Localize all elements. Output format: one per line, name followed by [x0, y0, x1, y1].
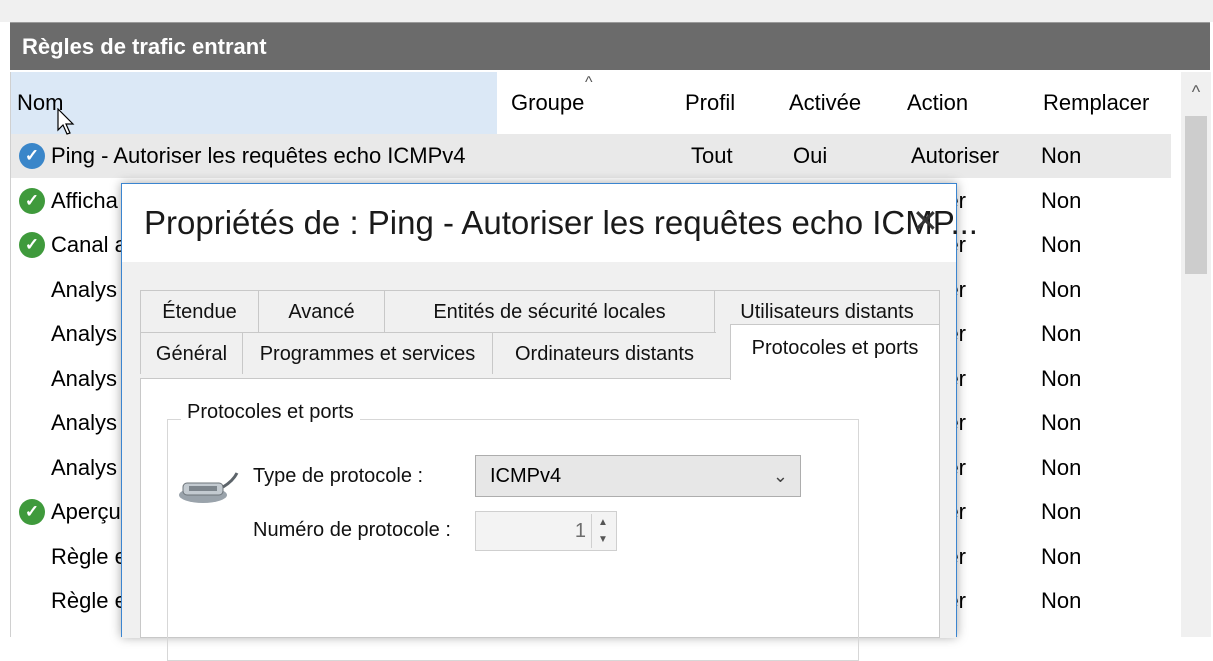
column-header-name[interactable]: Nom [11, 72, 497, 134]
column-header-enabled[interactable]: Activée [783, 72, 901, 134]
enabled-check-icon: ✓ [19, 232, 45, 258]
network-cable-icon [179, 472, 239, 503]
rule-override-cell: Non [1041, 410, 1082, 435]
properties-dialog: Propriétés de : Ping - Autoriser les req… [121, 183, 978, 661]
rule-override-cell: Non [1041, 232, 1082, 257]
rule-name-cell: Aperçu [51, 499, 121, 524]
table-row[interactable]: ✓ Ping - Autoriser les requêtes echo ICMP… [11, 134, 1171, 178]
rule-name-cell: Canal a [51, 232, 127, 257]
window-top-strip [0, 0, 1213, 22]
vertical-scrollbar[interactable]: ^ [1181, 72, 1211, 637]
rule-override-cell: Non [1041, 543, 1082, 569]
protocol-type-label: Type de protocole : [253, 465, 424, 487]
panel-title: Règles de trafic entrant [10, 22, 1210, 70]
close-icon[interactable]: ✕ [912, 202, 939, 240]
rule-enabled-cell: Oui [793, 143, 828, 168]
rule-override-cell: Non [1041, 276, 1082, 302]
protocol-type-value: ICMPv4 [490, 465, 562, 487]
rule-override-cell: Non [1041, 365, 1082, 391]
tab-general[interactable]: Général [140, 332, 242, 374]
tab-protocoles-ports[interactable]: Protocoles et ports [730, 324, 940, 380]
protocol-number-spinner[interactable]: ▲ ▼ [591, 514, 614, 548]
rule-action-cell: Autoriser [911, 143, 1000, 168]
rule-name-cell: Analys [51, 410, 118, 435]
dialog-title: Propriétés de : Ping - Autoriser les req… [144, 204, 978, 241]
tab-programmes-services[interactable]: Programmes et services [242, 332, 492, 374]
rule-override-cell: Non [1041, 588, 1082, 613]
column-header-action[interactable]: Action [901, 72, 1013, 134]
rule-profile-cell: Tout [691, 143, 733, 168]
tab-ordinateurs-distants[interactable]: Ordinateurs distants [492, 332, 716, 374]
protocol-number-value: 1 [574, 520, 586, 542]
rule-name-cell: Analys [51, 454, 118, 480]
rule-override-cell: Non [1041, 454, 1082, 480]
tab-panel-protocoles-ports: Protocoles et ports Type de protocole : … [140, 378, 940, 661]
spin-down-icon[interactable]: ▼ [592, 531, 614, 548]
rule-name-cell: Analys [51, 276, 118, 302]
rule-name-cell: Règle e [51, 543, 127, 569]
rule-name-cell: Ping - Autoriser les requêtes echo ICMPv… [51, 143, 466, 168]
rule-override-cell: Non [1041, 321, 1082, 346]
tab-avance[interactable]: Avancé [258, 290, 384, 332]
scroll-up-arrow-icon[interactable]: ^ [1181, 72, 1211, 112]
rule-override-cell: Non [1041, 143, 1082, 168]
protocol-number-field[interactable]: 1 ▲ ▼ [475, 511, 617, 551]
enabled-check-icon: ✓ [19, 187, 45, 214]
column-header-override[interactable]: Remplacer [1037, 72, 1177, 134]
rule-name-cell: Règle e [51, 588, 127, 613]
tab-entites-securite-locales[interactable]: Entités de sécurité locales [384, 290, 714, 332]
column-header-group[interactable]: Groupe [505, 72, 679, 134]
enabled-check-icon: ✓ [19, 143, 45, 169]
groupbox-label: Protocoles et ports [181, 401, 360, 424]
dialog-body: Étendue Avancé Entités de sécurité local… [122, 262, 956, 661]
protocol-number-label: Numéro de protocole : [253, 519, 451, 541]
rule-name-cell: Analys [51, 321, 118, 346]
protocol-type-select[interactable]: ICMPv4 ⌄ [475, 455, 801, 497]
column-header-profile[interactable]: Profil [679, 72, 779, 134]
spin-up-icon[interactable]: ▲ [592, 514, 614, 531]
chevron-down-icon: ⌄ [772, 466, 788, 486]
tab-etendue[interactable]: Étendue [140, 290, 258, 332]
rule-name-cell: Afficha [51, 187, 118, 213]
enabled-check-icon: ✓ [19, 499, 45, 525]
rule-override-cell: Non [1041, 499, 1082, 524]
mouse-cursor-icon [57, 108, 75, 135]
rule-override-cell: Non [1041, 187, 1082, 213]
rule-name-cell: Analys [51, 365, 118, 391]
scroll-thumb[interactable] [1185, 116, 1207, 274]
